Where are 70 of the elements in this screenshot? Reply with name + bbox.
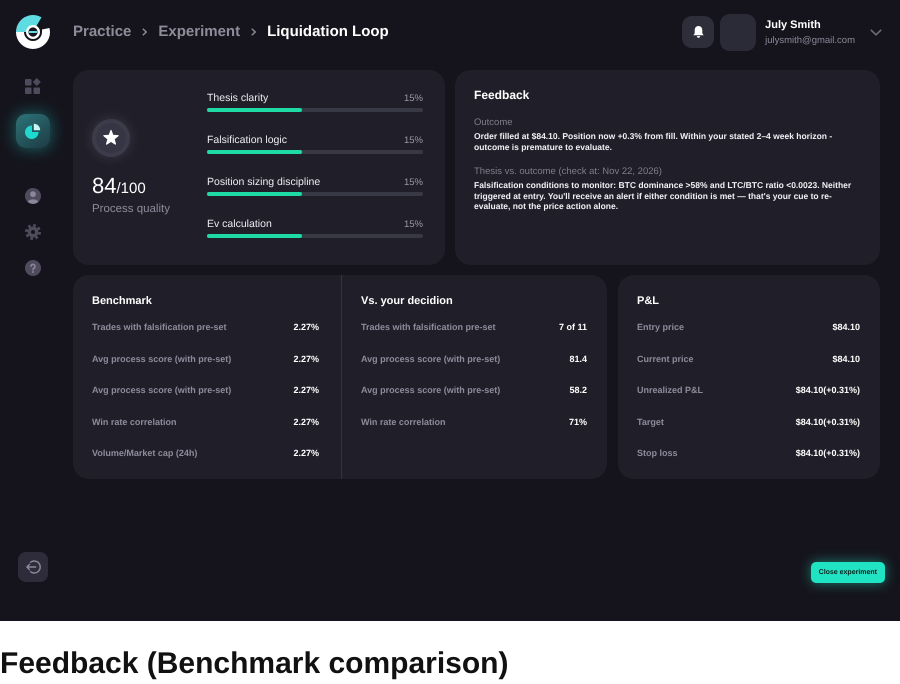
card-title: P&L (637, 294, 660, 308)
card-title: Feedback (474, 88, 530, 103)
gear-icon (25, 224, 41, 240)
grid-icon (25, 78, 41, 94)
stat-label: Avg process score (with pre-set) (361, 384, 500, 396)
criterion-label: Position sizing discipline (207, 176, 320, 189)
stat-label: Target (637, 416, 664, 428)
logout-icon (26, 560, 40, 574)
stat-value: $84.10 (832, 352, 860, 364)
criterion-label: Ev calculation (207, 218, 272, 231)
criterion-percent: 15% (404, 92, 423, 105)
stat-label: Avg process score (with pre-set) (92, 352, 232, 364)
avatar-placeholder (720, 14, 756, 50)
caption-heading: Feedback (Benchmark comparison) (0, 648, 510, 680)
stat-label: Stop loss (637, 447, 678, 459)
score-label: Process quality (92, 202, 171, 216)
stat-label: Current price (637, 352, 694, 364)
criterion-label: Thesis clarity (207, 92, 268, 105)
stat-value: 2.27% (293, 384, 319, 396)
stat-value: 2.27% (293, 321, 319, 333)
stat-label: Avg process score (with pre-set) (92, 384, 232, 396)
sidebar-item[interactable] (25, 260, 41, 276)
criterion-percent: 15% (404, 176, 423, 189)
stat-value: 2.27% (293, 447, 319, 459)
sidebar-item[interactable] (25, 188, 41, 204)
card-title: Benchmark (92, 294, 153, 308)
logo-icon (16, 15, 50, 49)
stat-value: 2.27% (293, 416, 319, 428)
stat-label: Entry price (637, 321, 684, 333)
chevron-down-icon[interactable] (870, 28, 882, 36)
stat-value: 2.27% (293, 352, 319, 364)
logout-button[interactable] (18, 552, 48, 582)
chevron-right-icon (142, 28, 148, 36)
criterion-percent: 15% (404, 218, 423, 231)
score-value: 84/100 (92, 175, 147, 200)
stat-label: Volume/Market cap (24h) (92, 447, 198, 459)
section-heading: Outcome (474, 117, 514, 129)
stat-value: 71% (568, 416, 587, 428)
stat-label: Avg process score (with pre-set) (361, 352, 500, 364)
bell-icon (692, 26, 704, 38)
breadcrumb-link[interactable]: Experiment (158, 23, 240, 41)
criterion-label: Falsification logic (207, 134, 287, 147)
notification-button[interactable] (682, 16, 714, 48)
stat-value: 81.4 (569, 352, 587, 364)
chevron-right-icon (251, 28, 256, 36)
user-name: July Smith (765, 18, 822, 32)
stat-value: 58.2 (569, 384, 587, 396)
pie-chart-icon (25, 123, 41, 139)
stat-value: $84.10(+0.31%) (796, 416, 860, 428)
breadcrumb-link[interactable]: Practice (73, 23, 132, 41)
stat-label: Trades with falsification pre-set (92, 321, 227, 333)
user-email: julysmith@gmail.com (765, 34, 855, 46)
stat-label: Win rate correlation (361, 416, 446, 428)
card-title: Vs. your decidion (361, 294, 454, 308)
stat-label: Win rate correlation (92, 416, 176, 428)
stat-label: Trades with falsification pre-set (361, 321, 496, 333)
feedback-text: Falsification conditions to monitor: BTC dominance >58% and LTC/BTC ratio <0.0023. Neither triggered at entry. You'll receive an alert if either condition is met — that's your cue to re-evaluate, not the price action alone. (474, 180, 852, 212)
criterion-percent: 15% (404, 134, 423, 147)
stat-value: 7 of 11 (558, 321, 587, 333)
stat-label: Unrealized P&L (637, 384, 704, 396)
stat-value: $84.10 (832, 321, 860, 333)
section-heading: Thesis vs. outcome (check at: Nov 22, 2026) (474, 166, 663, 178)
star-badge-icon (92, 119, 130, 157)
feedback-text: Order filled at $84.10. Position now +0.3% from fill. Within your stated 2–4 week horizon - outcome is premature to evaluate. (474, 131, 834, 152)
user-icon (25, 188, 41, 204)
help-icon (25, 260, 41, 276)
current-page-title: Liquidation Loop (267, 23, 389, 41)
sidebar-item[interactable] (16, 114, 50, 148)
stat-value: $84.10(+0.31%) (796, 447, 860, 459)
stat-value: $84.10(+0.31%) (796, 384, 860, 396)
